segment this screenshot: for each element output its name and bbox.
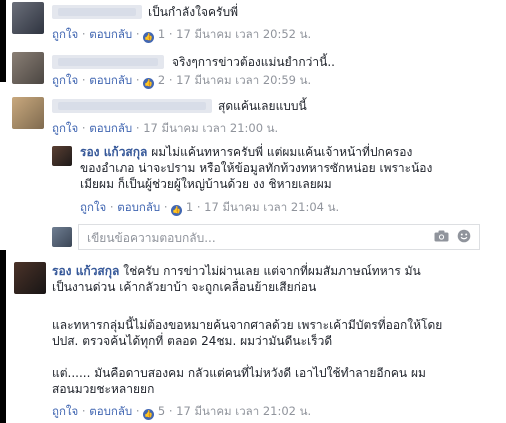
timestamp[interactable]: 17 มีนาคม เวลา 20:52 น. — [176, 27, 311, 41]
reply-link[interactable]: ตอบกลับ — [89, 404, 132, 418]
avatar[interactable] — [12, 97, 44, 129]
comment-actions: ถูกใจ · ตอบกลับ · 👍 2 · 17 มีนาคม เวลา 2… — [52, 73, 312, 89]
comment-line-6: สอนมวยชะหลายยก — [52, 382, 155, 396]
like-link[interactable]: ถูกใจ — [80, 200, 106, 214]
blurred-author-name — [52, 5, 142, 19]
reply-input[interactable]: เขียนข้อความตอบกลับ... — [78, 224, 480, 250]
blurred-author-name — [52, 55, 164, 69]
timestamp[interactable]: 17 มีนาคม เวลา 21:00 น. — [143, 121, 278, 135]
reply-actions: ถูกใจ · ตอบกลับ · 👍 1 · 17 มีนาคม เวลา 2… — [80, 200, 340, 216]
reply-link[interactable]: ตอบกลับ — [117, 200, 160, 214]
comment-line-5: แต่...... มันคือดาบสองคม กลัวแต่คนที่ไม่… — [52, 366, 426, 380]
avatar[interactable] — [12, 2, 44, 34]
like-reaction-icon[interactable]: 👍 — [143, 409, 155, 420]
reply-line-1: ผมไม่แค้นทหารครับพี่ แต่ผมแค้นเจ้าหน้าที… — [151, 145, 413, 159]
comment-text: สุดแค้นเลยแบบนี้ — [218, 99, 307, 113]
timestamp[interactable]: 17 มีนาคม เวลา 21:02 น. — [176, 404, 311, 418]
like-link[interactable]: ถูกใจ — [52, 73, 78, 87]
comment-text: เป็นกำลังใจครับพี่ — [148, 5, 239, 19]
like-link[interactable]: ถูกใจ — [52, 404, 78, 418]
reply-link[interactable]: ตอบกลับ — [89, 27, 132, 41]
edge-strip-bottom — [0, 250, 6, 423]
edge-strip-top — [0, 0, 6, 82]
like-reaction-icon[interactable]: 👍 — [143, 78, 155, 89]
reply-input-placeholder: เขียนข้อความตอบกลับ... — [87, 231, 216, 245]
author-name[interactable]: รอง แก้วสกุล — [52, 264, 119, 278]
reply-link[interactable]: ตอบกลับ — [89, 73, 132, 87]
comment-line-1: ใช่ครับ การข่าวไม่ผ่านเลย แต่จากที่ผมสัม… — [123, 264, 421, 278]
reply-line-3: เมียผม ก็เป็นผู้ช่วยผู้ใหญ่บ้านด้วย งง ช… — [80, 177, 332, 191]
comment-text: รอง แก้วสกุล ใช่ครับ การข่าวไม่ผ่านเลย แ… — [52, 263, 421, 279]
like-count[interactable]: 1 — [186, 200, 193, 214]
camera-icon[interactable] — [434, 230, 449, 242]
reply-line-2: ของอำเภอ น่าจะปราม หรือให้ข้อมูลทักท้วงท… — [80, 161, 433, 175]
emoji-icon[interactable] — [457, 229, 471, 243]
like-link[interactable]: ถูกใจ — [52, 121, 78, 135]
author-name[interactable]: รอง แก้วสกุล — [80, 145, 147, 159]
comment-line-2: เป็นงานด่วน เค้ากลัวยาบ้า จะถูกเคลื่อนย้… — [52, 280, 317, 294]
like-count[interactable]: 5 — [158, 404, 165, 418]
like-link[interactable]: ถูกใจ — [52, 27, 78, 41]
avatar[interactable] — [52, 146, 72, 166]
avatar[interactable] — [12, 52, 44, 84]
like-count[interactable]: 2 — [158, 73, 165, 87]
comment-actions: ถูกใจ · ตอบกลับ · 👍 1 · 17 มีนาคม เวลา 2… — [52, 27, 312, 43]
reply-text: รอง แก้วสกุล ผมไม่แค้นทหารครับพี่ แต่ผมแ… — [80, 144, 412, 160]
timestamp[interactable]: 17 มีนาคม เวลา 21:04 น. — [204, 200, 339, 214]
comment-text: จริงๆการข่าวต้องแม่นยำกว่านี้.. — [172, 55, 335, 69]
current-user-avatar — [52, 227, 72, 247]
comment-actions: ถูกใจ · ตอบกลับ · 17 มีนาคม เวลา 21:00 น… — [52, 121, 279, 135]
comment-line-4: ปปส. ตรวจค้นได้ทุกที่ ตลอด 24ชม. ผมว่ามั… — [52, 334, 333, 348]
reply-link[interactable]: ตอบกลับ — [89, 121, 132, 135]
avatar[interactable] — [14, 262, 46, 294]
blurred-author-name — [52, 99, 212, 113]
like-reaction-icon[interactable]: 👍 — [143, 32, 155, 43]
comment-actions: ถูกใจ · ตอบกลับ · 👍 5 · 17 มีนาคม เวลา 2… — [52, 404, 312, 420]
comment-line-3: และทหารกลุ่มนี้ไม่ต้องขอหมายค้นจากศาลด้ว… — [52, 318, 443, 332]
timestamp[interactable]: 17 มีนาคม เวลา 20:59 น. — [176, 73, 311, 87]
like-count[interactable]: 1 — [158, 27, 165, 41]
like-reaction-icon[interactable]: 👍 — [171, 205, 183, 216]
